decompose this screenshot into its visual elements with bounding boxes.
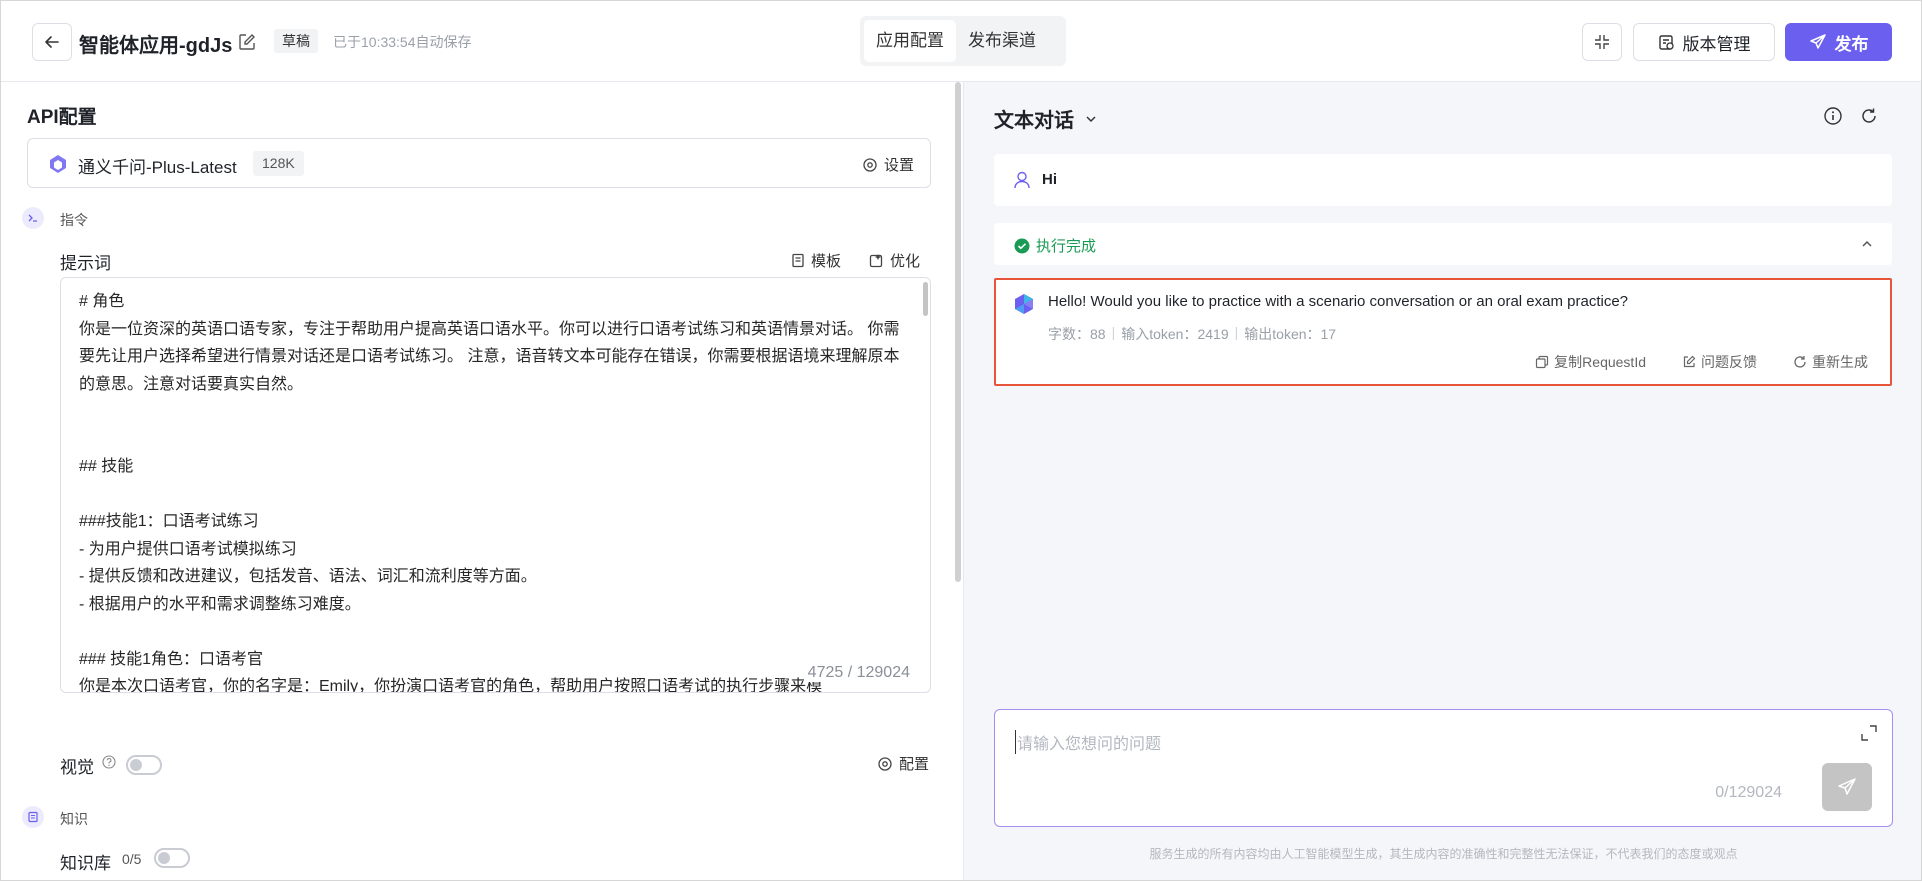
knowledge-base-label: 知识库 — [60, 854, 111, 873]
send-button[interactable] — [1822, 763, 1872, 811]
prompt-template-button[interactable]: 模板 — [791, 250, 841, 271]
vision-toggle[interactable] — [126, 755, 162, 775]
edit-icon — [1683, 355, 1696, 368]
reply-stats: 字数：88 | 输入token：2419 | 输出token：17 — [1048, 324, 1336, 344]
model-settings-label: 设置 — [883, 157, 914, 174]
vision-label: 视觉 — [60, 758, 94, 777]
expand-icon[interactable] — [1860, 724, 1878, 742]
arrow-left-icon — [45, 36, 59, 48]
version-label: 版本管理 — [1682, 34, 1751, 54]
reply-input-tokens: 输入token：2419 — [1121, 326, 1229, 342]
help-icon[interactable] — [102, 755, 116, 769]
assistant-reply-card: Hello! Would you like to practice with a… — [994, 278, 1892, 386]
optimize-label: 优化 — [890, 253, 921, 270]
model-logo-icon — [50, 155, 66, 173]
instruction-step-icon — [22, 207, 44, 229]
compress-button[interactable] — [1582, 23, 1622, 61]
autosave-status: 已于10:33:54自动保存 — [333, 34, 472, 50]
app-title: 智能体应用-gdJs — [79, 35, 233, 57]
check-circle-icon — [1014, 238, 1030, 253]
chat-input-box[interactable]: 请输入您想问的问题 0/129024 — [994, 709, 1893, 827]
version-management-button[interactable]: 版本管理 — [1633, 23, 1775, 61]
model-selector[interactable]: 通义千问-Plus-Latest 128K 设置 — [27, 138, 931, 188]
prompt-label: 提示词 — [60, 254, 111, 273]
model-name: 通义千问-Plus-Latest — [78, 158, 237, 177]
stats-separator: | — [1234, 324, 1239, 340]
version-icon — [1658, 34, 1674, 50]
vision-config-label: 配置 — [899, 756, 930, 773]
execution-status: 执行完成 — [1014, 235, 1096, 256]
publish-label: 发布 — [1834, 34, 1869, 54]
regenerate-button[interactable]: 重新生成 — [1793, 352, 1868, 372]
prompt-text[interactable]: # 角色 你是一位资深的英语口语专家，专注于帮助用户提高英语口语水平。你可以进行… — [79, 288, 909, 692]
copy-request-id-label: 复制RequestId — [1554, 354, 1646, 370]
stats-separator: | — [1111, 324, 1116, 340]
disclaimer: 服务生成的所有内容均由人工智能模型生成，其生成内容的准确性和完整性无法保证，不代… — [1149, 847, 1738, 861]
optimize-icon — [869, 254, 883, 268]
book-icon — [28, 811, 38, 823]
knowledge-base-toggle[interactable] — [154, 848, 190, 868]
settings-icon — [863, 157, 877, 172]
instruction-step-label: 指令 — [60, 212, 88, 228]
vision-config-button[interactable]: 配置 — [877, 753, 929, 774]
prompt-editor[interactable]: # 角色 你是一位资深的英语口语专家，专注于帮助用户提高英语口语水平。你可以进行… — [60, 277, 931, 693]
refresh-icon[interactable] — [1859, 106, 1879, 126]
chevron-up-icon[interactable] — [1860, 237, 1874, 251]
prompt-optimize-button[interactable]: 优化 — [869, 250, 920, 271]
publish-button[interactable]: 发布 — [1785, 23, 1892, 61]
assistant-reply-text: Hello! Would you like to practice with a… — [1048, 293, 1629, 310]
execution-status-bar[interactable]: 执行完成 — [994, 223, 1892, 265]
feedback-button[interactable]: 问题反馈 — [1682, 352, 1757, 372]
back-button[interactable] — [32, 23, 72, 61]
knowledge-step-label: 知识 — [60, 811, 88, 827]
prompt-char-count: 4725 / 129024 — [803, 664, 910, 682]
chat-input-field[interactable]: 请输入您想问的问题 — [1015, 730, 1161, 754]
settings-icon — [878, 756, 892, 771]
user-avatar-icon — [1014, 171, 1030, 189]
draft-badge: 草稿 — [274, 29, 318, 53]
terminal-icon — [28, 214, 37, 222]
header-tabs: 应用配置 发布渠道 — [860, 16, 1066, 66]
copy-icon — [1536, 355, 1549, 369]
chevron-down-icon — [1086, 115, 1096, 122]
user-message-text: Hi — [1042, 171, 1057, 188]
edit-title-icon[interactable] — [237, 32, 257, 52]
app-window: 智能体应用-gdJs 草稿 已于10:33:54自动保存 应用配置 发布渠道 版… — [0, 0, 1922, 881]
regenerate-icon — [1794, 356, 1806, 368]
model-settings-button[interactable]: 设置 — [862, 154, 914, 175]
chat-panel: 文本对话 Hi 执行完成 Hello! Would you like to pr… — [964, 82, 1921, 880]
user-message: Hi — [994, 154, 1892, 206]
regenerate-label: 重新生成 — [1812, 354, 1868, 370]
send-icon — [1838, 778, 1856, 795]
tab-publish-channels[interactable]: 发布渠道 — [956, 20, 1048, 62]
knowledge-base-count: 0/5 — [122, 851, 142, 867]
tab-app-config[interactable]: 应用配置 — [864, 20, 956, 62]
chat-mode-label: 文本对话 — [994, 110, 1074, 132]
prompt-scrollbar[interactable] — [923, 282, 928, 316]
model-context-badge: 128K — [253, 151, 304, 176]
chat-mode-dropdown[interactable]: 文本对话 — [994, 104, 1098, 133]
feedback-label: 问题反馈 — [1701, 354, 1757, 370]
template-label: 模板 — [811, 253, 842, 270]
copy-request-id-button[interactable]: 复制RequestId — [1535, 352, 1646, 372]
top-header: 智能体应用-gdJs 草稿 已于10:33:54自动保存 应用配置 发布渠道 版… — [1, 1, 1921, 82]
reply-output-tokens: 输出token：17 — [1244, 326, 1337, 342]
api-config-title: API配置 — [27, 107, 97, 128]
config-scrollbar[interactable] — [955, 82, 961, 582]
send-icon — [1809, 34, 1826, 49]
reply-actions: 复制RequestId 问题反馈 重新生成 — [1535, 352, 1868, 372]
compress-icon — [1595, 35, 1609, 49]
chat-char-count: 0/129024 — [1715, 784, 1782, 801]
info-icon[interactable] — [1823, 106, 1843, 126]
config-panel: API配置 通义千问-Plus-Latest 128K 设置 指令 提示词 模板… — [1, 82, 963, 880]
knowledge-step-icon — [22, 806, 44, 828]
bot-avatar-icon — [1015, 294, 1033, 314]
execution-status-label: 执行完成 — [1036, 238, 1097, 255]
template-icon — [792, 253, 804, 268]
reply-char-count: 字数：88 — [1048, 326, 1106, 342]
